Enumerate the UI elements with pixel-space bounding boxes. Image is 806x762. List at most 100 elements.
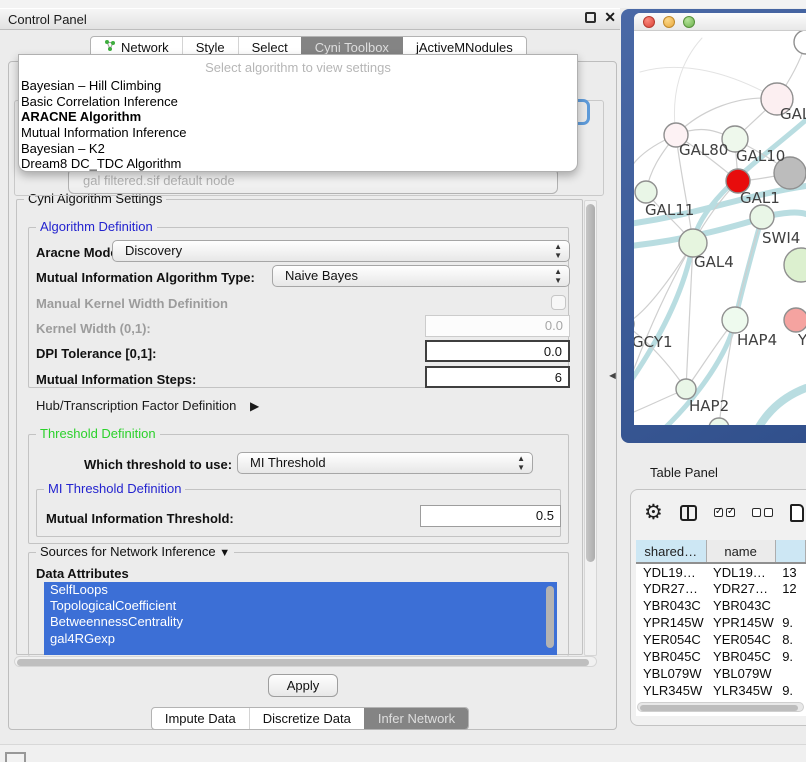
attribute-item[interactable]: SelfLoops	[44, 582, 557, 598]
settings-horizontal-scrollbar[interactable]	[14, 656, 597, 667]
settings-vertical-scrollbar[interactable]	[584, 200, 597, 656]
attributes-list-scrollbar[interactable]	[546, 586, 554, 648]
table-cell[interactable]: 13	[775, 563, 805, 580]
bottom-tab-label: Impute Data	[165, 708, 236, 729]
table-row[interactable]: YDR27…YDR27…12	[636, 580, 806, 597]
attribute-item[interactable]: TopologicalCoefficient	[44, 598, 557, 614]
table-cell[interactable]: YPR145W	[636, 614, 706, 631]
node-gal11[interactable]	[635, 181, 657, 203]
table-row[interactable]: YBL079WYBL079W	[636, 665, 806, 682]
scrollbar-thumb[interactable]	[586, 204, 595, 562]
bottom-tabs: Impute Data Discretize DataInfer Network	[0, 707, 620, 730]
table-cell[interactable]: 12	[775, 580, 805, 597]
mi-algorithm-type-combo[interactable]: Naive Bayes ▲▼	[272, 265, 570, 287]
table-cell[interactable]: YDR27…	[706, 580, 775, 597]
unchecked-pair-icon[interactable]	[752, 508, 773, 517]
table-cell[interactable]: 9.	[775, 648, 805, 665]
dropdown-item[interactable]: Mutual Information Inference	[19, 125, 577, 141]
aracne-mode-label: Aracne Mode:	[36, 245, 122, 260]
node-hap4[interactable]	[722, 307, 748, 333]
bottom-tab-discretize-data[interactable]: Discretize Data	[249, 708, 364, 729]
table-row[interactable]: YBR045CYBR045C9.	[636, 648, 806, 665]
network-edge[interactable]	[640, 67, 777, 99]
minimize-traffic-light[interactable]	[663, 16, 675, 28]
table-cell[interactable]: YDL19…	[706, 563, 775, 580]
table-row[interactable]: YDL19…YDL19…13	[636, 563, 806, 580]
column-header[interactable]: shared…	[636, 540, 706, 563]
node-top-right[interactable]	[794, 31, 806, 54]
table-cell[interactable]: YBR043C	[706, 597, 775, 614]
network-edge[interactable]	[674, 38, 702, 135]
mi-steps-field[interactable]: 6	[425, 366, 570, 388]
table-cell[interactable]: YPR145W	[706, 614, 775, 631]
float-window-icon[interactable]	[585, 12, 596, 23]
bottom-tab-infer-network[interactable]: Infer Network	[364, 708, 468, 729]
minimized-panel-icon[interactable]	[5, 752, 26, 762]
table-cell[interactable]: YER054C	[706, 631, 775, 648]
table-cell[interactable]: YLR345W	[636, 682, 706, 699]
table-cell[interactable]: YBR043C	[636, 597, 706, 614]
scrollbar-thumb[interactable]	[640, 705, 798, 711]
dropdown-item[interactable]: ARACNE Algorithm	[19, 109, 577, 125]
table-cell[interactable]: YBR045C	[636, 648, 706, 665]
dpi-tolerance-label: DPI Tolerance [0,1]:	[36, 346, 156, 361]
document-icon[interactable]	[790, 504, 804, 522]
table-cell[interactable]: 9.	[775, 614, 805, 631]
dropdown-item[interactable]: Bayesian – K2	[19, 141, 577, 157]
network-canvas[interactable]: GALGAL80GAL10GAL1GAL11SWI4GAL4GCY1HAP4YH…	[634, 31, 806, 425]
table-cell[interactable]	[775, 665, 805, 682]
table-cell[interactable]: YDL19…	[636, 563, 706, 580]
table-cell[interactable]: 8.	[775, 631, 805, 648]
which-threshold-value: MI Threshold	[250, 455, 326, 470]
dpi-tolerance-field[interactable]: 0.0	[425, 340, 570, 362]
scrollbar-thumb[interactable]	[17, 659, 589, 666]
column-header[interactable]	[775, 540, 805, 563]
node-hap2[interactable]	[676, 379, 696, 399]
table-row[interactable]: YPR145WYPR145W9.	[636, 614, 806, 631]
node-salmon[interactable]	[784, 308, 806, 332]
table-row[interactable]: YLR345WYLR345W9.	[636, 682, 806, 699]
aracne-mode-combo[interactable]: Discovery ▲▼	[112, 240, 570, 262]
zoom-traffic-light[interactable]	[683, 16, 695, 28]
close-traffic-light[interactable]	[643, 16, 655, 28]
table-row[interactable]: YER054CYER054C8.	[636, 631, 806, 648]
table-cell[interactable]: YBL079W	[636, 665, 706, 682]
table-cell[interactable]: YDR27…	[636, 580, 706, 597]
close-icon[interactable]: ✕	[604, 12, 616, 23]
table-row[interactable]: YBR043CYBR043C	[636, 597, 806, 614]
node-label: GAL1	[740, 189, 780, 207]
table-cell[interactable]: YLR345W	[706, 682, 775, 699]
table-cell[interactable]	[775, 597, 805, 614]
gear-icon[interactable]: ⚙	[644, 502, 663, 523]
node-bottom[interactable]	[709, 418, 729, 425]
stepper-arrows-icon: ▲▼	[554, 242, 562, 260]
column-header[interactable]: name	[706, 540, 775, 563]
network-edge[interactable]	[750, 388, 806, 425]
attribute-item[interactable]: gal4RGexp	[44, 631, 557, 647]
table-cell[interactable]: YBR045C	[706, 648, 775, 665]
dropdown-item[interactable]: Basic Correlation Inference	[19, 94, 577, 110]
node-label: GAL	[780, 105, 806, 123]
screen: Control Panel ✕ NetworkStyleSelectCyni T…	[0, 0, 806, 762]
node-swi4[interactable]	[750, 205, 774, 229]
sources-toggle[interactable]: Sources for Network Inference ▼	[36, 545, 234, 560]
manual-kernel-checkbox[interactable]	[551, 295, 566, 310]
bottom-tab-impute-data[interactable]: Impute Data	[152, 708, 249, 729]
dropdown-item[interactable]: Dream8 DC_TDC Algorithm	[19, 156, 577, 172]
kernel-width-field[interactable]: 0.0	[425, 315, 570, 337]
attribute-item[interactable]: BetweennessCentrality	[44, 614, 557, 630]
hub-definition-toggle[interactable]: Hub/Transcription Factor Definition ▶	[36, 398, 259, 413]
which-threshold-combo[interactable]: MI Threshold ▲▼	[237, 452, 533, 474]
columns-icon[interactable]	[680, 505, 697, 521]
table-cell[interactable]: 9.	[775, 682, 805, 699]
apply-button[interactable]: Apply	[268, 674, 338, 697]
stepper-arrows-icon: ▲▼	[554, 267, 562, 285]
table-cell[interactable]: YBL079W	[706, 665, 775, 682]
node-green-right[interactable]	[784, 248, 806, 282]
table-cell[interactable]: YER054C	[636, 631, 706, 648]
checked-pair-icon[interactable]	[714, 508, 735, 517]
mi-threshold-field[interactable]: 0.5	[420, 505, 561, 527]
dropdown-item[interactable]: Bayesian – Hill Climbing	[19, 78, 577, 94]
node-label: GAL80	[679, 141, 728, 159]
table-horizontal-scrollbar[interactable]	[637, 702, 804, 712]
